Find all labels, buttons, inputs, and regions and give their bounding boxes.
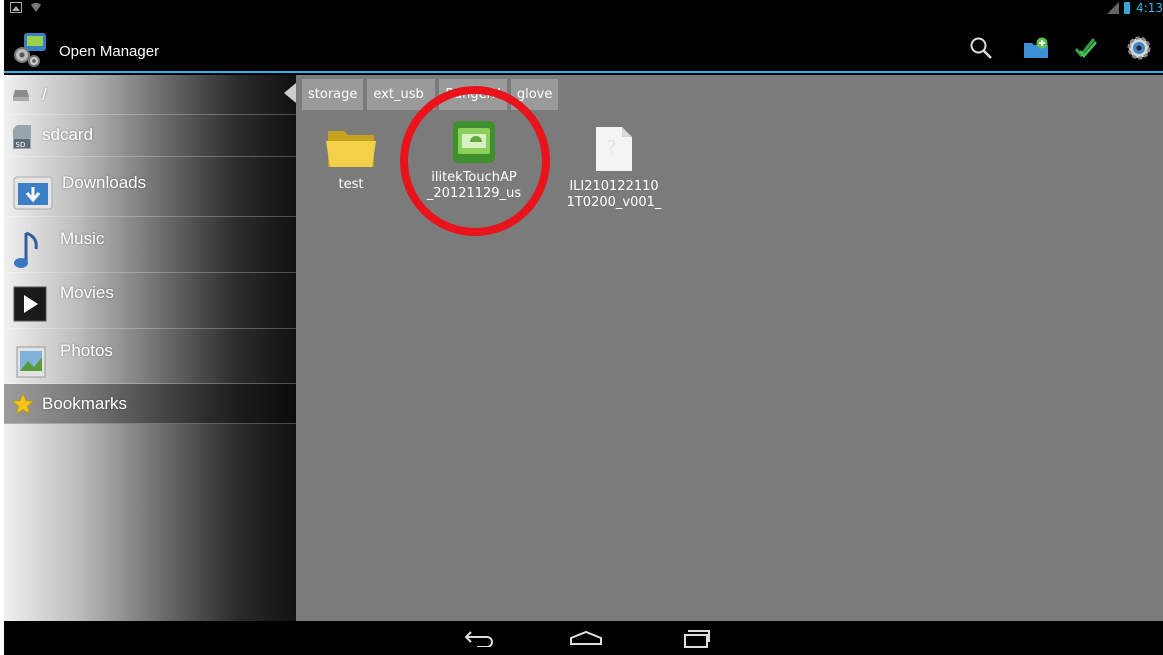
multi-select-icon — [1074, 38, 1097, 58]
photos-icon — [16, 346, 46, 378]
sidebar-item-label: / — [42, 84, 47, 104]
new-folder-button[interactable] — [1021, 33, 1051, 63]
file-item-apk-ilitek[interactable]: ilitekTouchAP _20121129_us — [409, 120, 539, 202]
android-package-icon — [453, 121, 495, 163]
sidebar-item-bookmarks[interactable]: Bookmarks — [4, 384, 296, 424]
sd-card-icon: SD — [13, 125, 31, 149]
sidebar-item-label: Music — [60, 229, 105, 248]
svg-text:?: ? — [607, 137, 617, 158]
sidebar-item-root[interactable]: / — [4, 75, 296, 115]
sidebar-item-sdcard[interactable]: SD sdcard — [4, 115, 296, 157]
app-title: Open Manager — [59, 43, 160, 60]
file-name: test — [338, 177, 364, 192]
collapse-sidebar-arrow-icon[interactable] — [284, 83, 296, 103]
navigation-bar — [4, 621, 1163, 655]
music-note-icon — [14, 231, 38, 268]
settings-button[interactable] — [1124, 33, 1154, 63]
sidebar-item-label: Movies — [60, 283, 114, 302]
action-bar: Open Manager — [4, 19, 1163, 73]
file-name-line-2: 1T0200_v001_ — [566, 195, 662, 210]
search-button[interactable] — [966, 33, 996, 63]
sidebar-item-music[interactable]: Music — [4, 217, 296, 273]
home-icon — [570, 630, 602, 645]
breadcrumb-rangerx[interactable]: RangerX — [439, 79, 507, 110]
downloads-folder-icon — [13, 176, 53, 210]
file-name-line-1: ilitekTouchAP — [431, 170, 517, 185]
wifi-icon — [31, 2, 41, 13]
sidebar: / SD sdcard Downloads Music Movies Photo… — [4, 75, 296, 621]
image-notification-icon — [10, 2, 22, 13]
file-browser-content: storage ext_usb RangerX glove test ilite… — [284, 75, 1163, 621]
sidebar-item-label: Photos — [60, 341, 113, 360]
recent-apps-icon — [684, 630, 710, 648]
sidebar-item-label: sdcard — [42, 125, 94, 144]
movies-play-icon — [13, 286, 47, 322]
sidebar-item-label: Bookmarks — [42, 393, 128, 413]
signal-icon — [1107, 2, 1120, 14]
file-item-unknown-ili[interactable]: ? ILI210122110 1T0200_v001_ — [549, 125, 679, 211]
back-icon — [464, 631, 493, 647]
home-button[interactable] — [566, 625, 606, 651]
star-icon — [12, 392, 34, 414]
file-name-line-1: ILI210122110 — [569, 179, 659, 194]
open-manager-logo-icon[interactable] — [12, 31, 50, 67]
search-icon — [970, 37, 992, 59]
svg-text:SD: SD — [16, 141, 26, 149]
battery-icon — [1124, 2, 1131, 14]
file-item-folder-test[interactable]: test — [286, 125, 416, 193]
recent-apps-button[interactable] — [676, 625, 716, 651]
multi-select-button[interactable] — [1071, 33, 1101, 63]
root-drive-icon — [13, 89, 29, 101]
tablet-screen: 4:13 Open Manager / SD sdcard Downloads … — [4, 0, 1163, 655]
breadcrumb-storage[interactable]: storage — [302, 79, 364, 110]
sidebar-item-photos[interactable]: Photos — [4, 329, 296, 384]
unknown-file-icon: ? — [596, 127, 632, 171]
back-button[interactable] — [459, 625, 499, 651]
breadcrumb-ext-usb[interactable]: ext_usb — [367, 79, 436, 110]
sidebar-item-movies[interactable]: Movies — [4, 273, 296, 329]
file-name-line-2: _20121129_us — [426, 186, 522, 201]
status-time: 4:13 — [1136, 1, 1163, 15]
settings-icon — [1127, 36, 1151, 60]
sidebar-item-label: Downloads — [62, 173, 147, 192]
folder-icon — [326, 131, 376, 167]
status-bar: 4:13 — [4, 0, 1163, 19]
breadcrumb-glove[interactable]: glove — [510, 79, 559, 110]
new-folder-icon — [1024, 37, 1048, 58]
sidebar-item-downloads[interactable]: Downloads — [4, 157, 296, 217]
breadcrumb: storage ext_usb RangerX glove — [302, 79, 559, 111]
